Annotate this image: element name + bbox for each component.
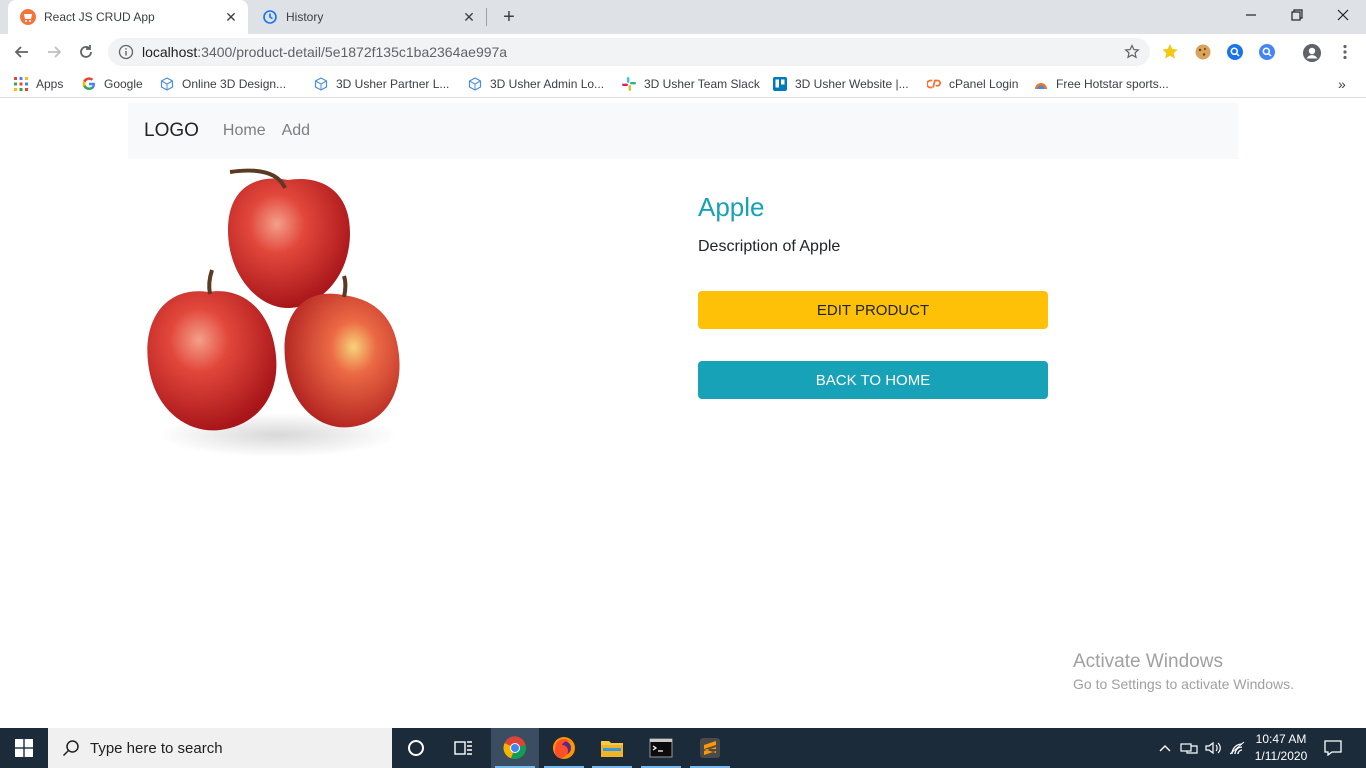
- browser-toolbar: localhost:3400/product-detail/5e1872f135…: [0, 34, 1366, 70]
- bookmark-3d-usher-slack[interactable]: 3D Usher Team Slack: [622, 75, 760, 93]
- bookmark-online-3d-design[interactable]: Online 3D Design...: [160, 75, 286, 93]
- bookmarks-bar: Apps Google Online 3D Design... 3D Usher…: [0, 70, 1366, 98]
- bookmark-free-hotstar[interactable]: Free Hotstar sports...: [1034, 75, 1169, 93]
- minimize-button[interactable]: [1228, 0, 1274, 30]
- slack-icon: [622, 77, 636, 91]
- search-placeholder: Type here to search: [90, 739, 223, 757]
- back-to-home-button[interactable]: BACK TO HOME: [698, 361, 1048, 399]
- bookmark-google[interactable]: Google: [82, 75, 143, 93]
- product-image-apples: [128, 160, 418, 460]
- cpanel-icon: [927, 77, 941, 91]
- forward-arrow-icon[interactable]: [42, 40, 66, 64]
- site-navbar: LOGO Home Add: [128, 103, 1238, 159]
- cube-icon: [468, 77, 482, 91]
- windows-taskbar: Type here to search 10:47 AM 1/11/2020: [0, 728, 1366, 768]
- restore-button[interactable]: [1274, 0, 1320, 30]
- search-icon: [62, 739, 80, 757]
- bookmark-3d-usher-website[interactable]: 3D Usher Website |...: [773, 75, 909, 93]
- nav-link-add[interactable]: Add: [282, 122, 310, 140]
- product-description: Description of Apple: [698, 238, 841, 255]
- nav-link-home[interactable]: Home: [223, 122, 266, 140]
- more-bookmarks-label: »: [1338, 76, 1346, 92]
- edit-product-button[interactable]: EDIT PRODUCT: [698, 291, 1048, 329]
- cortana-icon[interactable]: [392, 728, 440, 768]
- system-clock[interactable]: 10:47 AM 1/11/2020: [1248, 731, 1314, 765]
- tab-title: History: [286, 10, 324, 24]
- task-view-icon[interactable]: [440, 728, 488, 768]
- bookmark-label: Google: [104, 77, 143, 91]
- logo-link[interactable]: LOGO: [144, 120, 199, 142]
- notifications-icon[interactable]: [1320, 728, 1346, 768]
- bookmark-apps[interactable]: Apps: [14, 75, 63, 93]
- firefox-taskbar-icon[interactable]: [540, 728, 588, 768]
- bookmark-label: 3D Usher Admin Lo...: [490, 77, 605, 91]
- search-extension-icon[interactable]: [1258, 43, 1276, 61]
- tab-divider: [486, 8, 487, 26]
- chrome-taskbar-icon[interactable]: [491, 728, 539, 768]
- close-tab-icon[interactable]: ✕: [460, 8, 478, 26]
- apps-grid-icon: [14, 77, 28, 91]
- wifi-icon[interactable]: [1226, 728, 1248, 768]
- search-extension-icon[interactable]: [1226, 43, 1244, 61]
- bookmark-label: Apps: [36, 77, 64, 91]
- close-tab-icon[interactable]: ✕: [222, 8, 240, 26]
- bookmark-label: cPanel Login: [949, 77, 1019, 91]
- shopping-cart-favicon-icon: [20, 9, 36, 25]
- tab-react-crud-app[interactable]: React JS CRUD App ✕: [8, 0, 248, 34]
- site-info-icon[interactable]: [118, 44, 134, 60]
- more-bookmarks-button[interactable]: »: [1338, 75, 1346, 93]
- watermark-subtitle: Go to Settings to activate Windows.: [1073, 676, 1294, 692]
- bookmark-label: 3D Usher Website |...: [795, 77, 909, 91]
- clock-time: 10:47 AM: [1255, 732, 1307, 746]
- bookmark-label: 3D Usher Partner L...: [336, 77, 450, 91]
- activate-windows-watermark: Activate Windows Go to Settings to activ…: [1073, 651, 1294, 692]
- close-window-button[interactable]: [1320, 0, 1366, 30]
- more-menu-icon[interactable]: [1336, 43, 1354, 61]
- network-icon[interactable]: [1178, 728, 1200, 768]
- product-title: Apple: [698, 192, 765, 222]
- cube-icon: [314, 77, 328, 91]
- url-path: :3400/product-detail/5e1872f135c1ba2364a…: [197, 44, 508, 60]
- address-bar[interactable]: localhost:3400/product-detail/5e1872f135…: [108, 38, 1150, 66]
- tab-history[interactable]: History ✕: [250, 0, 486, 34]
- url-host: localhost: [142, 44, 198, 60]
- bookmark-label: 3D Usher Team Slack: [644, 77, 760, 91]
- back-arrow-icon[interactable]: [10, 40, 34, 64]
- watermark-title: Activate Windows: [1073, 651, 1223, 672]
- sublime-text-taskbar-icon[interactable]: [686, 728, 734, 768]
- trello-icon: [773, 77, 787, 91]
- bookmark-label: Free Hotstar sports...: [1056, 77, 1169, 91]
- new-tab-button[interactable]: +: [498, 6, 520, 28]
- bookmark-3d-usher-admin[interactable]: 3D Usher Admin Lo...: [468, 75, 604, 93]
- show-hidden-icons-chevron-icon[interactable]: [1156, 728, 1174, 768]
- volume-icon[interactable]: [1202, 728, 1224, 768]
- bookmark-cpanel-login[interactable]: cPanel Login: [927, 75, 1018, 93]
- url-text: localhost:3400/product-detail/5e1872f135…: [142, 44, 507, 60]
- terminal-taskbar-icon[interactable]: [637, 728, 685, 768]
- star-extension-icon[interactable]: [1161, 43, 1179, 61]
- profile-avatar-icon[interactable]: [1302, 43, 1321, 62]
- hotstar-icon: [1034, 77, 1048, 91]
- browser-tab-strip: React JS CRUD App ✕ History ✕ +: [0, 0, 1366, 34]
- file-explorer-taskbar-icon[interactable]: [588, 728, 636, 768]
- history-icon: [262, 9, 278, 25]
- bookmark-label: Online 3D Design...: [182, 77, 287, 91]
- clock-date: 1/11/2020: [1254, 749, 1308, 763]
- google-icon: [82, 77, 96, 91]
- cube-icon: [160, 77, 174, 91]
- bookmark-star-icon[interactable]: [1124, 44, 1140, 60]
- reload-icon[interactable]: [74, 40, 98, 64]
- cookie-extension-icon[interactable]: [1194, 43, 1212, 61]
- taskbar-search-box[interactable]: Type here to search: [48, 728, 392, 768]
- bookmark-3d-usher-partner[interactable]: 3D Usher Partner L...: [314, 75, 449, 93]
- windows-start-icon[interactable]: [0, 728, 48, 768]
- tab-title: React JS CRUD App: [44, 10, 155, 24]
